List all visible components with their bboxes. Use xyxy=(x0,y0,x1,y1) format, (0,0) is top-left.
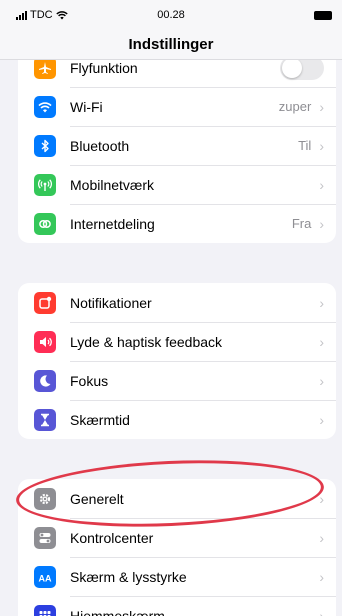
navigation-bar: Indstillinger xyxy=(0,30,342,60)
switches-icon xyxy=(34,526,56,549)
settings-item-label: Generelt xyxy=(70,490,124,507)
chevron-right-icon: › xyxy=(319,411,324,428)
chevron-right-icon: › xyxy=(319,529,324,546)
settings-item-label: Notifikationer xyxy=(70,294,152,311)
airplane-icon xyxy=(34,60,56,79)
settings-list[interactable]: Flyfunktion Wi-Fi zuper › Bluetooth Til › Mobil… xyxy=(0,60,342,616)
settings-item-internetdeling[interactable]: Internetdeling Fra › xyxy=(18,204,336,243)
battery-icon xyxy=(314,10,332,20)
settings-item-mobilnetvaerk[interactable]: Mobilnetværk › xyxy=(18,165,336,204)
settings-item-content: Notifikationer › xyxy=(70,283,336,322)
link-icon xyxy=(34,212,56,235)
gear-icon xyxy=(34,487,56,510)
chevron-right-icon: › xyxy=(319,607,324,616)
settings-group-connectivity: Flyfunktion Wi-Fi zuper › Bluetooth Til › Mobil… xyxy=(18,60,336,243)
wifi-icon xyxy=(34,95,56,118)
settings-item-content: Wi-Fi zuper › xyxy=(70,87,336,126)
settings-item-content: Generelt › xyxy=(70,479,336,518)
settings-group-general: Generelt › Kontrolcenter › AA Skærm & lysstyr… xyxy=(18,479,336,616)
chevron-right-icon: › xyxy=(319,137,324,154)
settings-item-label: Mobilnetværk xyxy=(70,176,155,193)
chevron-right-icon: › xyxy=(319,490,324,507)
settings-item-label: Wi-Fi xyxy=(70,98,103,115)
settings-item-content: Flyfunktion xyxy=(70,60,336,87)
settings-item-value: Til xyxy=(298,138,312,153)
settings-item-value: Fra xyxy=(291,216,312,231)
text-size-icon: AA xyxy=(34,565,56,588)
hourglass-icon xyxy=(34,408,56,431)
settings-item-label: Fokus xyxy=(70,372,109,389)
settings-item-label: Skærmtid xyxy=(70,411,130,428)
wifi-status-icon xyxy=(55,10,68,19)
chevron-right-icon: › xyxy=(319,333,324,350)
settings-item-skaermtid[interactable]: Skærmtid › xyxy=(18,400,336,439)
settings-item-content: Hjemmeskærm › xyxy=(70,596,336,616)
chevron-right-icon: › xyxy=(319,176,324,193)
bluetooth-icon xyxy=(34,134,56,157)
chevron-right-icon: › xyxy=(319,372,324,389)
settings-item-bluetooth[interactable]: Bluetooth Til › xyxy=(18,126,336,165)
notifications-icon xyxy=(34,291,56,314)
settings-item-wi-fi[interactable]: Wi-Fi zuper › xyxy=(18,87,336,126)
settings-item-kontrolcenter[interactable]: Kontrolcenter › xyxy=(18,518,336,557)
home-grid-icon xyxy=(34,604,56,616)
chevron-right-icon: › xyxy=(319,98,324,115)
settings-item-content: Skærmtid › xyxy=(70,400,336,439)
settings-item-content: Fokus › xyxy=(70,361,336,400)
airplane-mode-toggle[interactable] xyxy=(280,60,324,80)
settings-item-label: Kontrolcenter xyxy=(70,529,154,546)
settings-item-label: Lyde & haptisk feedback xyxy=(70,333,223,350)
antenna-icon xyxy=(34,173,56,196)
chevron-right-icon: › xyxy=(319,294,324,311)
settings-item-content: Bluetooth Til › xyxy=(70,126,336,165)
settings-item-label: Flyfunktion xyxy=(70,60,138,76)
settings-item-label: Skærm & lysstyrke xyxy=(70,568,187,585)
settings-item-notifikationer[interactable]: Notifikationer › xyxy=(18,283,336,322)
page-title: Indstillinger xyxy=(128,36,214,53)
chevron-right-icon: › xyxy=(319,215,324,232)
speaker-icon xyxy=(34,330,56,353)
settings-item-label: Internetdeling xyxy=(70,215,155,232)
settings-group-notifications: Notifikationer › Lyde & haptisk feedback › F… xyxy=(18,283,336,439)
settings-item-content: Mobilnetværk › xyxy=(70,165,336,204)
chevron-right-icon: › xyxy=(319,568,324,585)
settings-item-value: zuper xyxy=(278,99,312,114)
moon-icon xyxy=(34,369,56,392)
cellular-signal-icon xyxy=(16,10,27,20)
status-left: TDC xyxy=(16,9,68,21)
settings-item-generelt[interactable]: Generelt › xyxy=(18,479,336,518)
settings-item-content: Internetdeling Fra › xyxy=(70,204,336,243)
carrier-name: TDC xyxy=(30,9,53,21)
settings-item-content: Kontrolcenter › xyxy=(70,518,336,557)
settings-item-lyde-and-haptisk-feedback[interactable]: Lyde & haptisk feedback › xyxy=(18,322,336,361)
settings-item-flyfunktion[interactable]: Flyfunktion xyxy=(18,60,336,87)
svg-text:AA: AA xyxy=(39,573,52,583)
status-bar: TDC 00.28 xyxy=(0,0,342,30)
settings-item-content: Skærm & lysstyrke › xyxy=(70,557,336,596)
settings-item-fokus[interactable]: Fokus › xyxy=(18,361,336,400)
settings-item-label: Hjemmeskærm xyxy=(70,607,165,616)
settings-item-content: Lyde & haptisk feedback › xyxy=(70,322,336,361)
settings-item-label: Bluetooth xyxy=(70,137,130,154)
settings-item-skaerm-and-lysstyrke[interactable]: AA Skærm & lysstyrke › xyxy=(18,557,336,596)
settings-item-hjemmeskaerm[interactable]: Hjemmeskærm › xyxy=(18,596,336,616)
